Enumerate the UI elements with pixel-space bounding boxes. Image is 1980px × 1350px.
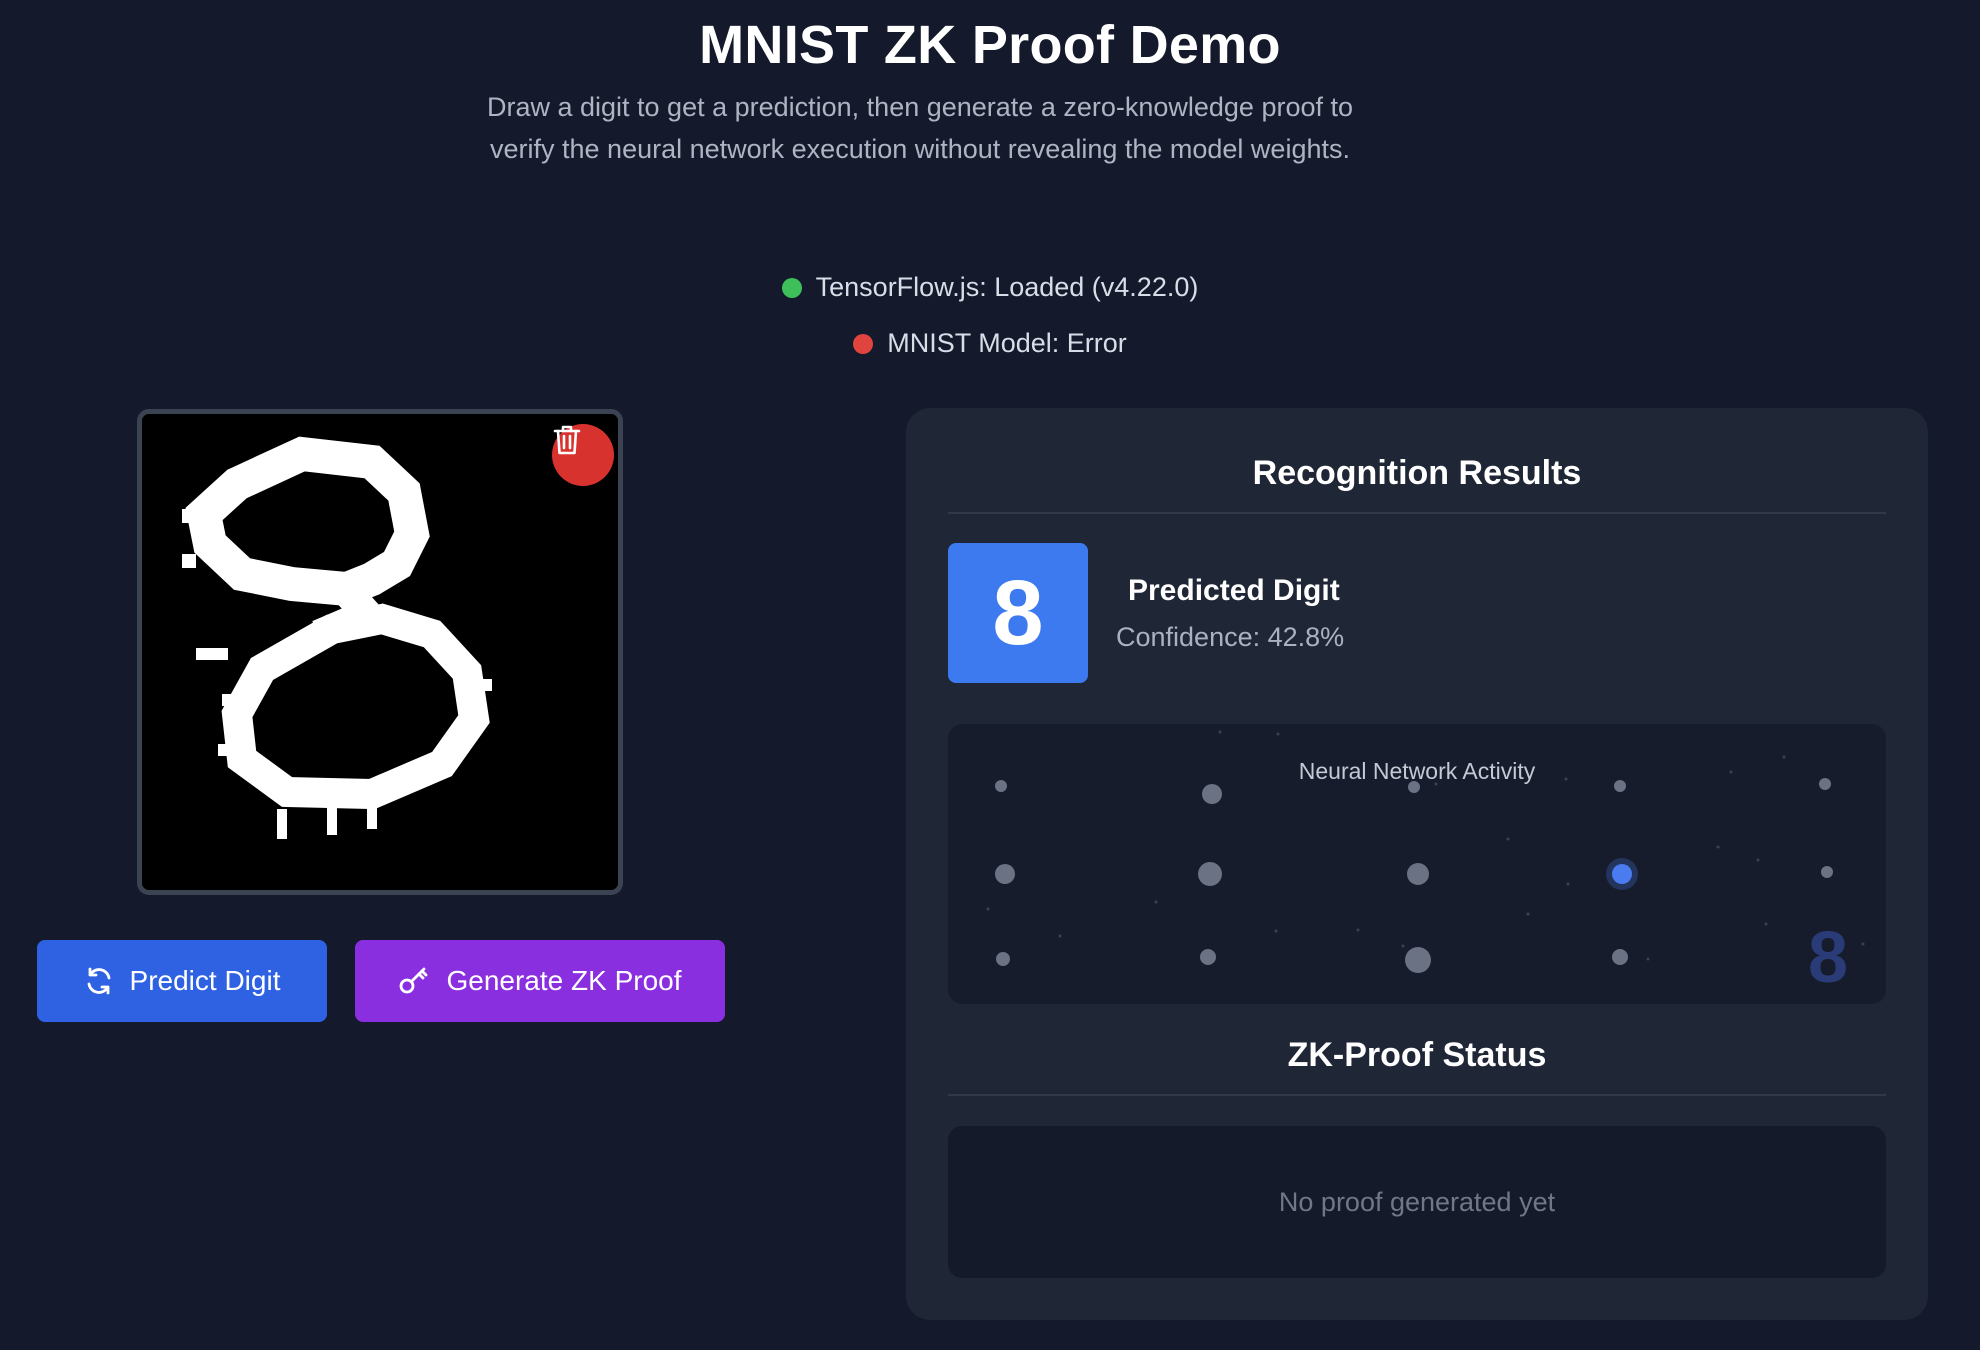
drawing-canvas[interactable] xyxy=(137,409,623,895)
page-title: MNIST ZK Proof Demo xyxy=(699,15,1281,75)
generate-zk-proof-button[interactable]: Generate ZK Proof xyxy=(355,940,725,1022)
confidence-text: Confidence: 42.8% xyxy=(1116,622,1345,652)
clear-canvas-button[interactable] xyxy=(552,424,614,486)
tensorflow-status-text: TensorFlow.js: Loaded (v4.22.0) xyxy=(815,272,1199,302)
model-status-text: MNIST Model: Error xyxy=(887,328,1127,358)
key-icon xyxy=(398,966,430,996)
trash-icon xyxy=(553,425,581,455)
proof-empty-text: No proof generated yet xyxy=(1278,1186,1556,1217)
refresh-icon xyxy=(84,966,114,996)
neural-network-activity: 8 Neural Network Activity xyxy=(948,724,1886,1004)
recognition-results-heading: Recognition Results xyxy=(1252,454,1582,492)
page-description: Draw a digit to get a prediction, then g… xyxy=(486,92,1354,164)
predicted-digit-label: Predicted Digit xyxy=(1128,574,1340,607)
handwritten-digit-drawing xyxy=(182,436,492,839)
zk-proof-status-heading: ZK-Proof Status xyxy=(1287,1036,1547,1074)
tensorflow-status: TensorFlow.js: Loaded (v4.22.0) xyxy=(0,272,1980,303)
proof-status-box: No proof generated yet xyxy=(948,1126,1886,1278)
status-error-dot-icon xyxy=(853,334,874,354)
predict-digit-button[interactable]: Predict Digit xyxy=(37,940,327,1022)
app-page: MNIST ZK Proof Demo Draw a digit to get … xyxy=(0,0,1980,1350)
predict-digit-label: Predict Digit xyxy=(129,965,281,996)
divider xyxy=(948,1094,1886,1096)
model-status: MNIST Model: Error xyxy=(0,328,1980,359)
predicted-digit-badge: 8 xyxy=(948,543,1088,683)
generate-zk-proof-label: Generate ZK Proof xyxy=(446,965,682,996)
results-panel: Recognition Results 8 Predicted Digit Co… xyxy=(906,408,1928,1320)
network-output-digit: 8 xyxy=(1808,918,1848,998)
neural-network-title: Neural Network Activity xyxy=(1298,758,1536,784)
active-neuron xyxy=(1612,864,1632,884)
status-ok-dot-icon xyxy=(781,278,802,298)
divider xyxy=(948,512,1886,514)
